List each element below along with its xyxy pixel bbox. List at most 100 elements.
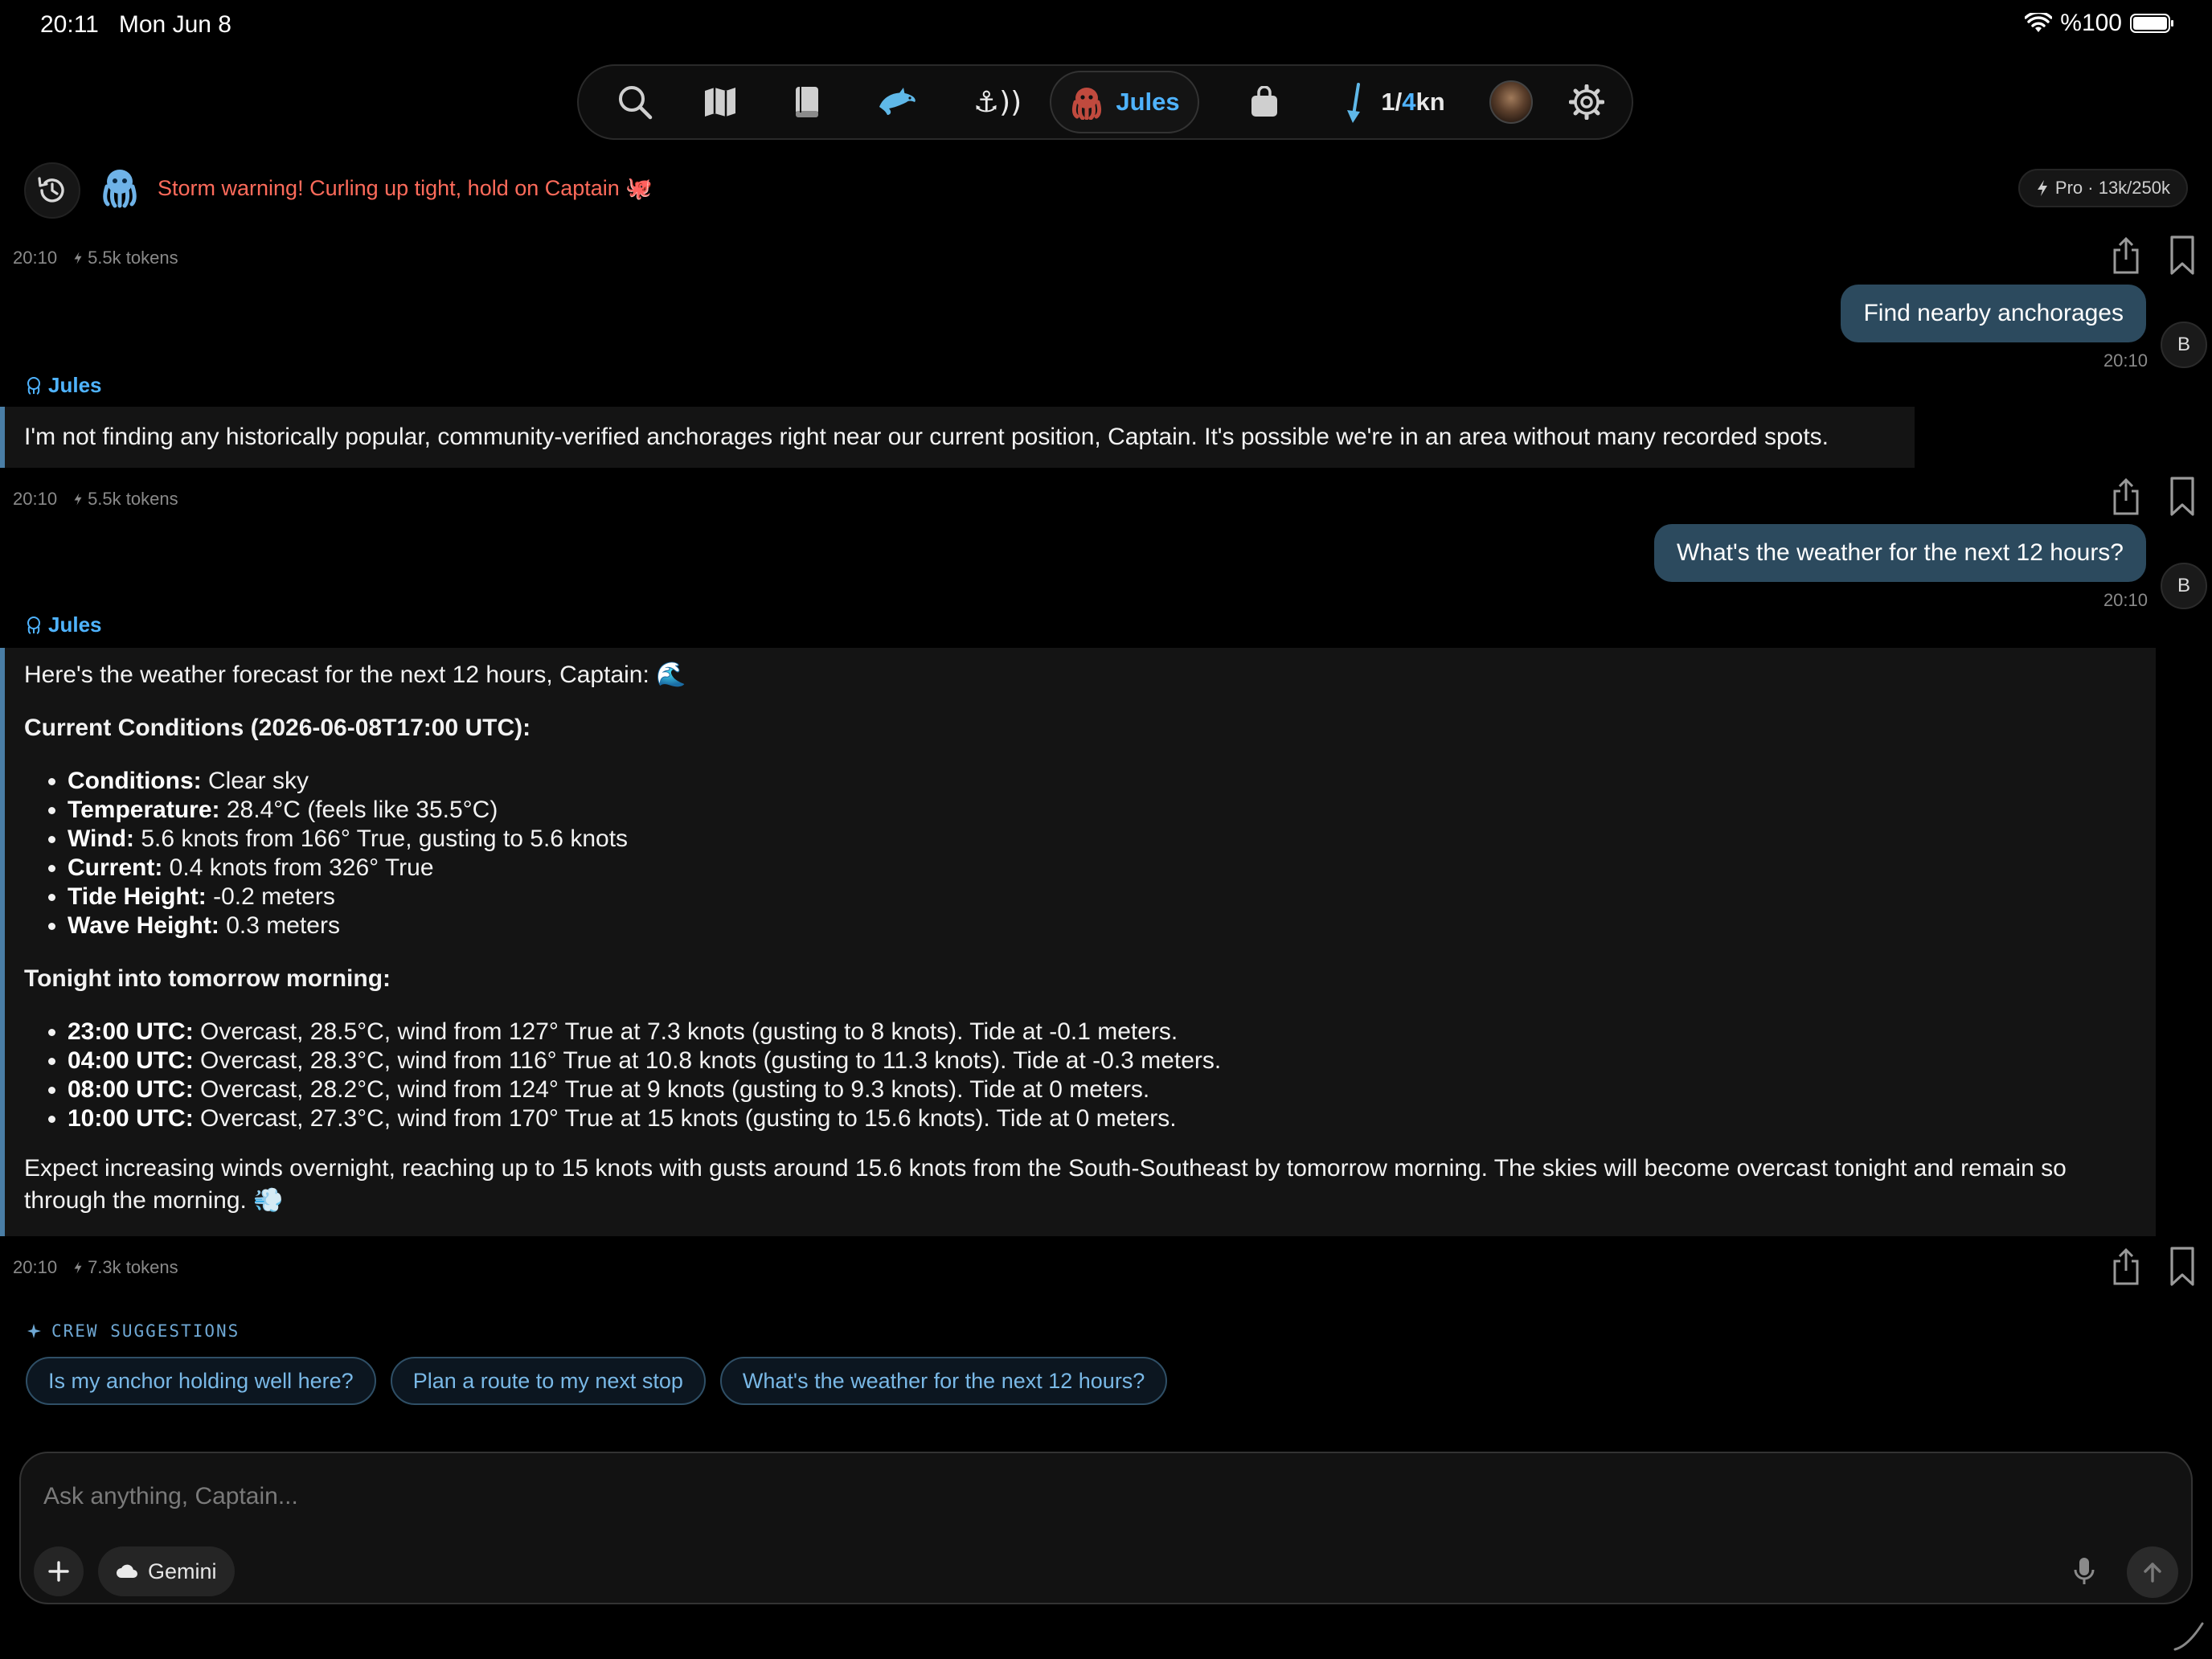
octopus-small-icon: [27, 376, 40, 395]
forecast-outro: Expect increasing winds overnight, reach…: [24, 1155, 2067, 1214]
list-item: Temperature: 28.4°C (feels like 35.5°C): [68, 796, 2136, 825]
cloud-icon: [117, 1564, 137, 1578]
book-icon[interactable]: [767, 66, 847, 138]
share-icon[interactable]: [2111, 1247, 2141, 1287]
storm-warning-text: Storm warning! Curling up tight, hold on…: [158, 176, 653, 200]
assistant-message: I'm not finding any historically popular…: [0, 407, 1915, 468]
microphone-button[interactable]: [2066, 1553, 2103, 1590]
composer: Gemini: [19, 1452, 2193, 1604]
tonight-list: 23:00 UTC: Overcast, 28.5°C, wind from 1…: [24, 1018, 2136, 1133]
wind-speed: 1/4kn: [1381, 88, 1445, 116]
list-item: Tide Height: -0.2 meters: [68, 883, 2136, 911]
gear-icon[interactable]: [1546, 66, 1627, 138]
list-item: 23:00 UTC: Overcast, 28.5°C, wind from 1…: [68, 1018, 2136, 1047]
suggestion-chip[interactable]: Is my anchor holding well here?: [26, 1357, 376, 1405]
bookmark-icon[interactable]: [2169, 1246, 2196, 1288]
active-crew-name: Jules: [1116, 88, 1180, 116]
message-time: 20:10: [2103, 590, 2148, 610]
message-actions: [2111, 476, 2196, 518]
user-avatar[interactable]: B: [2161, 563, 2207, 609]
bookmark-icon[interactable]: [2169, 235, 2196, 276]
top-toolbar: ⚓︎)) Jules 1/4kn: [577, 64, 1633, 140]
bolt-icon: [2037, 180, 2047, 196]
user-message-bubble: What's the weather for the next 12 hours…: [1653, 524, 2146, 582]
suggestion-chip[interactable]: What's the weather for the next 12 hours…: [719, 1357, 1168, 1405]
plan-usage-badge[interactable]: Pro · 13k/250k: [2017, 169, 2188, 207]
bolt-icon: [74, 252, 82, 264]
token-count: 5.5k tokens: [73, 248, 178, 268]
list-item: 08:00 UTC: Overcast, 28.2°C, wind from 1…: [68, 1075, 2136, 1104]
suggestion-chip[interactable]: Plan a route to my next stop: [390, 1357, 706, 1405]
user-message-bubble: Find nearby anchorages: [1841, 285, 2146, 342]
status-indicators: %100: [2025, 10, 2173, 37]
list-item: 10:00 UTC: Overcast, 27.3°C, wind from 1…: [68, 1104, 2136, 1133]
wind-indicator[interactable]: 1/4kn: [1302, 66, 1487, 138]
list-item: Conditions: Clear sky: [68, 767, 2136, 796]
current-conditions-heading: Current Conditions (2026-06-08T17:00 UTC…: [24, 715, 531, 741]
bolt-icon: [74, 1261, 82, 1274]
anchor-alarm-icon[interactable]: ⚓︎)): [953, 66, 1042, 138]
battery-icon: [2130, 14, 2173, 33]
sparkle-icon: [27, 1324, 41, 1338]
history-button[interactable]: [24, 162, 80, 219]
bookmark-icon[interactable]: [2169, 476, 2196, 518]
message-meta: 20:10 5.5k tokens: [13, 248, 178, 268]
message-actions: [2111, 235, 2196, 276]
meta-time: 20:10: [13, 1257, 58, 1277]
current-conditions-list: Conditions: Clear sky Temperature: 28.4°…: [24, 767, 2136, 940]
wifi-icon: [2025, 13, 2053, 32]
tonight-heading: Tonight into tomorrow morning:: [24, 965, 391, 992]
resize-handle-icon[interactable]: [2172, 1619, 2204, 1651]
avatar: [1489, 80, 1533, 124]
microphone-icon: [2074, 1558, 2095, 1584]
octopus-small-icon: [27, 616, 40, 634]
octopus-mascot-icon: [98, 167, 141, 213]
bolt-icon: [74, 493, 82, 506]
assistant-sender: Jules: [26, 612, 102, 637]
message-actions: [2111, 1246, 2196, 1288]
model-name: Gemini: [148, 1559, 217, 1583]
arrow-up-icon: [2144, 1563, 2161, 1583]
model-selector-button[interactable]: Gemini: [98, 1546, 235, 1596]
profile-avatar[interactable]: [1481, 66, 1542, 138]
list-item: Wind: 5.6 knots from 166° True, gusting …: [68, 825, 2136, 854]
plus-icon: [48, 1561, 69, 1582]
share-icon[interactable]: [2111, 477, 2141, 517]
message-meta: 20:10 7.3k tokens: [13, 1257, 178, 1278]
crew-selector-button[interactable]: Jules: [1050, 71, 1199, 133]
dolphin-icon[interactable]: [852, 66, 942, 138]
bag-icon[interactable]: [1228, 66, 1301, 138]
message-time: 20:10: [2103, 350, 2148, 371]
status-time: 20:11 Mon Jun 8: [40, 11, 231, 39]
suggestion-chips: Is my anchor holding well here? Plan a r…: [26, 1357, 1168, 1405]
forecast-intro: Here's the weather forecast for the next…: [24, 662, 686, 688]
meta-time: 20:10: [13, 248, 58, 268]
date: Mon Jun 8: [118, 11, 231, 38]
message-meta: 20:10 5.5k tokens: [13, 489, 178, 510]
clock: 20:11: [40, 11, 99, 38]
plan-usage-text: Pro · 13k/250k: [2054, 178, 2170, 198]
assistant-sender: Jules: [26, 373, 102, 398]
attach-button[interactable]: [34, 1546, 84, 1596]
list-item: 04:00 UTC: Overcast, 28.3°C, wind from 1…: [68, 1047, 2136, 1075]
meta-time: 20:10: [13, 489, 58, 509]
assistant-message-text: I'm not finding any historically popular…: [24, 424, 1829, 450]
list-item: Wave Height: 0.3 meters: [68, 911, 2136, 940]
history-icon: [38, 177, 64, 203]
list-item: Current: 0.4 knots from 326° True: [68, 854, 2136, 883]
map-icon[interactable]: [680, 66, 760, 138]
wind-arrow-icon: [1347, 83, 1361, 123]
chat-input[interactable]: [42, 1482, 1974, 1511]
user-avatar[interactable]: B: [2161, 322, 2207, 368]
assistant-message: Here's the weather forecast for the next…: [0, 648, 2156, 1236]
token-count: 7.3k tokens: [73, 1257, 178, 1278]
token-count: 5.5k tokens: [73, 489, 178, 510]
sender-name: Jules: [48, 612, 102, 637]
battery-percent: %100: [2060, 10, 2122, 36]
send-button[interactable]: [2127, 1546, 2178, 1598]
share-icon[interactable]: [2111, 236, 2141, 276]
sender-name: Jules: [48, 373, 102, 397]
crew-suggestions-label: CREW SUGGESTIONS: [27, 1321, 240, 1341]
search-icon[interactable]: [595, 66, 675, 138]
octopus-icon: [1072, 88, 1102, 120]
